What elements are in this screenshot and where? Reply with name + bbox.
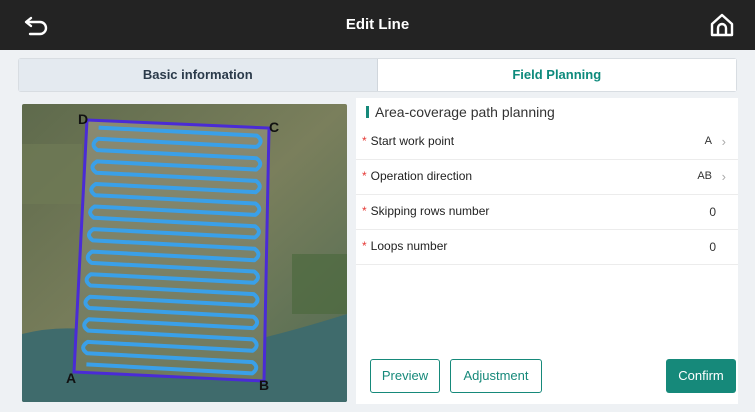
field-label: * Operation direction: [362, 169, 472, 183]
corner-label-a: A: [66, 370, 76, 386]
field-label: * Start work point: [362, 134, 454, 148]
required-mark: *: [362, 239, 367, 253]
adjustment-button[interactable]: Adjustment: [450, 359, 542, 393]
field-loops-number[interactable]: * Loops number 0: [356, 231, 738, 265]
corner-label-b: B: [259, 377, 269, 393]
chevron-right-icon: ›: [721, 134, 726, 149]
required-mark: *: [362, 169, 367, 183]
tab-field-planning[interactable]: Field Planning: [377, 59, 736, 91]
preview-button[interactable]: Preview: [370, 359, 440, 393]
field-map[interactable]: D C A B: [22, 104, 347, 402]
title-accent-bar: [366, 106, 369, 118]
tab-basic-information[interactable]: Basic information: [19, 59, 378, 91]
farmland-patch: [292, 254, 347, 314]
corner-label-d: D: [78, 111, 88, 127]
field-label: * Skipping rows number: [362, 204, 489, 218]
farmland-patch: [22, 144, 82, 204]
planning-panel: Area-coverage path planning * Start work …: [356, 98, 738, 404]
tab-bar: Basic information Field Planning: [18, 58, 737, 92]
field-value[interactable]: 0: [709, 205, 716, 219]
field-value: AB: [697, 170, 712, 182]
panel-title-text: Area-coverage path planning: [375, 104, 555, 120]
required-mark: *: [362, 134, 367, 148]
field-label-text: Operation direction: [370, 169, 473, 183]
required-mark: *: [362, 204, 367, 218]
field-label: * Loops number: [362, 239, 447, 253]
confirm-button[interactable]: Confirm: [666, 359, 736, 393]
page-title: Edit Line: [345, 16, 410, 33]
field-operation-direction[interactable]: * Operation direction AB ›: [356, 161, 738, 195]
field-value[interactable]: 0: [709, 240, 716, 254]
chevron-right-icon: ›: [721, 169, 726, 184]
field-start-work-point[interactable]: * Start work point A ›: [356, 126, 738, 160]
map-canvas: D C A B: [22, 104, 347, 402]
top-bar: Edit Line: [0, 0, 755, 50]
field-label-text: Skipping rows number: [370, 204, 490, 218]
field-value: A: [704, 135, 712, 147]
corner-label-c: C: [269, 119, 279, 135]
home-button[interactable]: [707, 10, 737, 40]
home-icon: [710, 13, 734, 37]
field-label-text: Start work point: [370, 134, 455, 148]
field-label-text: Loops number: [370, 239, 448, 253]
panel-title: Area-coverage path planning: [366, 104, 555, 120]
field-skipping-rows-number[interactable]: * Skipping rows number 0: [356, 196, 738, 230]
